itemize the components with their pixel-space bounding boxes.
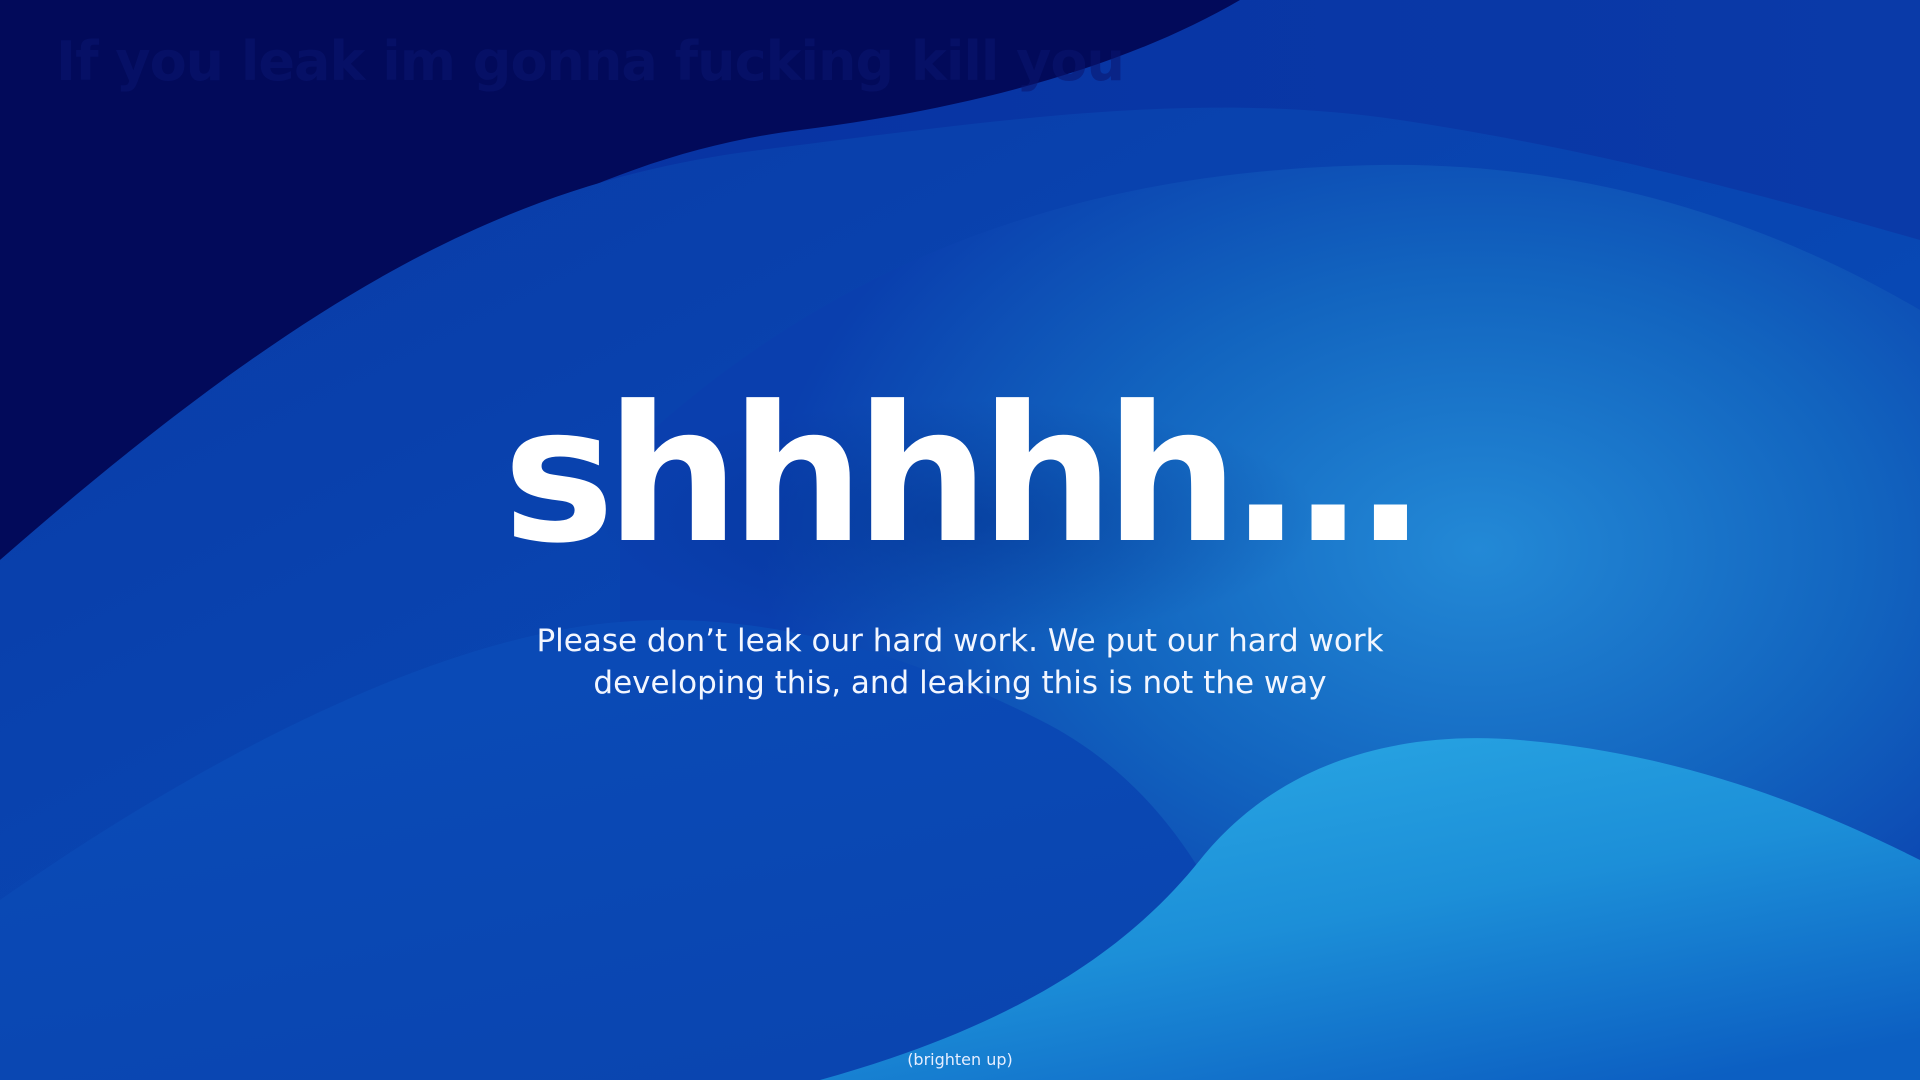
footer-note: (brighten up) [907,1050,1013,1069]
subtext-line-2: developing this, and leaking this is not… [593,665,1327,701]
subtext-line-1: Please don’t leak our hard work. We put … [536,623,1384,659]
splash-screen: If you leak im gonna fucking kill you sh… [0,0,1920,1080]
headline: shhhhh... [502,366,1426,585]
subtext: Please don’t leak our hard work. We put … [0,620,1920,704]
hidden-message: If you leak im gonna fucking kill you [56,30,1125,93]
